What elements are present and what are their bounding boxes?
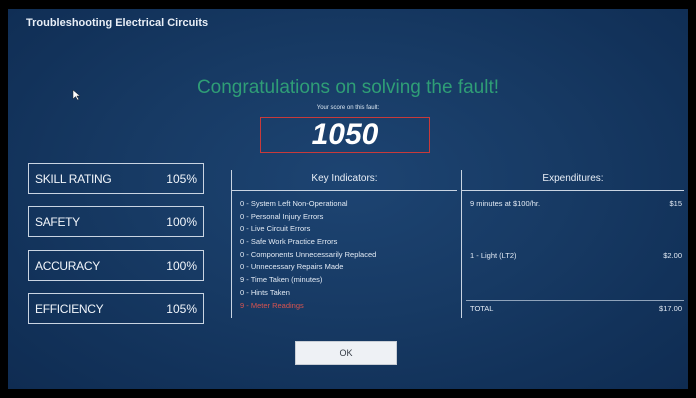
list-item: 9 - Time Taken (minutes) (240, 275, 323, 285)
stat-label: SAFETY (35, 214, 80, 229)
list-item: 0 - Safe Work Practice Errors (240, 237, 338, 247)
video-frame: Troubleshooting Electrical Circuits Cong… (0, 0, 696, 398)
key-indicators-list: 0 - System Left Non-Operational 0 - Pers… (240, 198, 455, 312)
stat-safety: SAFETY 100% (28, 206, 204, 237)
expenditure-row: 9 minutes at $100/hr. $15 (470, 199, 682, 208)
list-item: 0 - Hints Taken (240, 287, 290, 297)
stat-skill-rating: SKILL RATING 105% (28, 163, 204, 194)
score-caption: Your score on this fault: (316, 105, 380, 111)
stat-value: 100% (166, 258, 197, 273)
stat-label: SKILL RATING (35, 171, 112, 186)
expenditure-total-row: TOTAL $17.00 (470, 304, 682, 313)
stat-value: 105% (166, 301, 197, 316)
expenditures-header: Expenditures: (462, 170, 684, 191)
stat-efficiency: EFFICIENCY 105% (28, 293, 204, 324)
expenditures-divider (461, 170, 462, 318)
list-item: 0 - Live Circuit Errors (240, 224, 311, 234)
key-indicators-divider (231, 170, 232, 318)
score-display: 1050 (260, 117, 430, 153)
app-screen: Troubleshooting Electrical Circuits Cong… (8, 9, 688, 389)
list-item: 0 - Unnecessary Repairs Made (240, 262, 344, 272)
list-item-meter-readings: 9 - Meter Readings (240, 300, 304, 310)
stat-label: ACCURACY (35, 258, 100, 273)
expenditure-label: 9 minutes at $100/hr. (470, 199, 541, 208)
stat-value: 100% (166, 214, 197, 229)
list-item: 0 - System Left Non-Operational (240, 199, 348, 208)
expenditure-label: 1 - Light (LT2) (470, 251, 517, 260)
stat-accuracy: ACCURACY 100% (28, 250, 204, 281)
list-item: 0 - Components Unnecessarily Replaced (240, 249, 377, 259)
expenditure-amount: $15 (669, 199, 682, 208)
stat-value: 105% (166, 171, 197, 186)
congratulations-headline: Congratulations on solving the fault! (196, 77, 500, 98)
total-divider (466, 300, 684, 301)
ok-button[interactable]: OK (295, 341, 397, 365)
expenditure-amount: $2.00 (663, 251, 682, 260)
stat-label: EFFICIENCY (35, 301, 104, 316)
total-amount: $17.00 (659, 304, 682, 313)
app-title: Troubleshooting Electrical Circuits (26, 17, 209, 29)
expenditure-row: 1 - Light (LT2) $2.00 (470, 251, 682, 260)
total-label: TOTAL (470, 304, 494, 313)
key-indicators-header: Key Indicators: (232, 170, 457, 191)
list-item: 0 - Personal Injury Errors (240, 211, 324, 221)
